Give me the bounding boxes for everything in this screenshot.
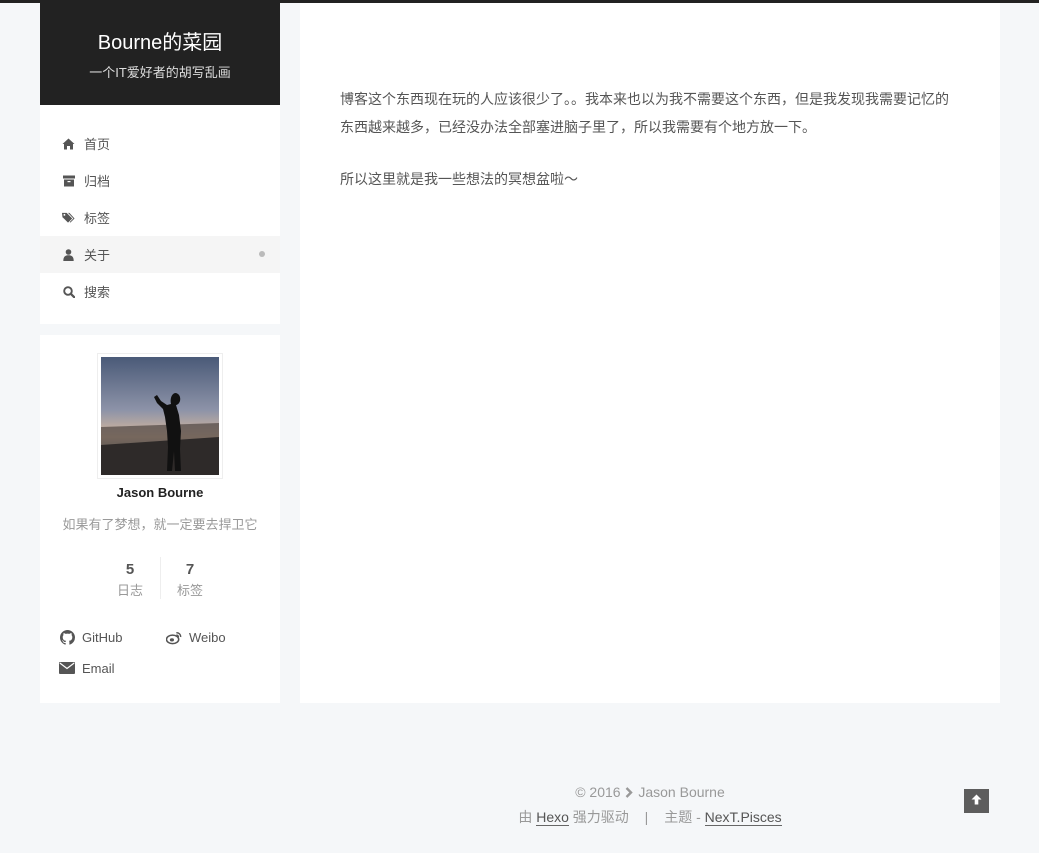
author-name: Jason Bourne: [116, 485, 204, 500]
stat-count: 5: [125, 561, 135, 578]
home-icon: [62, 137, 75, 150]
link-label: Weibo: [189, 629, 226, 645]
site-header: Bourne的菜园 一个IT爱好者的胡写乱画: [40, 3, 280, 105]
powered-prefix: 由: [518, 809, 533, 826]
menu-item-label: 标签: [84, 211, 111, 226]
author-motto: 如果有了梦想，就一定要去捍卫它: [62, 517, 258, 532]
tags-icon: [62, 211, 75, 224]
menu-item-label: 归档: [84, 174, 111, 189]
menu-item-label: 首页: [84, 137, 111, 152]
stat-count: 7: [185, 561, 195, 578]
theme-link[interactable]: NexT.Pisces: [704, 809, 782, 827]
link-label: GitHub: [82, 629, 123, 645]
footer-copyright-line: © 2016 Jason Bourne: [300, 780, 1000, 805]
envelope-icon: [59, 660, 75, 676]
user-icon: [62, 248, 75, 261]
stat-label: 日志: [116, 583, 143, 598]
arrow-up-icon: [971, 792, 982, 810]
copyright-text: © 2016: [575, 784, 621, 800]
author-profile: Jason Bourne 如果有了梦想，就一定要去捍卫它 5 日志 7 标签 G…: [40, 335, 280, 703]
github-link[interactable]: GitHub: [59, 629, 122, 645]
hexo-link[interactable]: Hexo: [536, 809, 569, 827]
theme-prefix: 主题 -: [664, 809, 701, 826]
link-label: Email: [82, 660, 115, 676]
archive-icon: [62, 174, 75, 187]
menu-item-archive[interactable]: 归档: [40, 162, 280, 199]
back-to-top-button[interactable]: [964, 789, 989, 813]
site-subtitle: 一个IT爱好者的胡写乱画: [89, 65, 231, 80]
footer-powered-line: 由 Hexo 强力驱动 | 主题 - NexT.Pisces: [300, 805, 1000, 829]
posts-count-stat[interactable]: 5 日志: [100, 561, 160, 600]
chevron-right-icon: [625, 781, 634, 805]
tags-count-stat[interactable]: 7 标签: [160, 561, 220, 600]
github-icon: [59, 629, 75, 645]
active-indicator-dot: [259, 251, 265, 257]
email-link[interactable]: Email: [59, 660, 115, 676]
post-content: 博客这个东西现在玩的人应该很少了。。我本来也以为我不需要这个东西，但是我发现我需…: [300, 3, 1000, 703]
weibo-link[interactable]: Weibo: [166, 629, 226, 645]
menu-item-label: 搜索: [84, 285, 111, 300]
weibo-icon: [166, 629, 182, 645]
stat-label: 标签: [176, 583, 203, 598]
search-icon: [62, 285, 75, 298]
site-title[interactable]: Bourne的菜园: [40, 30, 280, 56]
powered-suffix: 强力驱动: [572, 809, 629, 826]
content-paragraph: 所以这里就是我一些想法的冥想盆啦～: [340, 171, 578, 187]
copyright-author: Jason Bourne: [638, 784, 725, 800]
menu-item-tags[interactable]: 标签: [40, 199, 280, 236]
content-paragraph: 博客这个东西现在玩的人应该很少了。。我本来也以为我不需要这个东西，但是我发现我需…: [340, 91, 949, 135]
avatar: [97, 353, 223, 479]
menu-item-home[interactable]: 首页: [40, 125, 280, 162]
menu-item-about[interactable]: 关于: [40, 236, 280, 273]
footer: © 2016 Jason Bourne 由 Hexo 强力驱动 | 主题 - N…: [300, 780, 1000, 829]
menu-item-label: 关于: [84, 248, 111, 263]
footer-separator: |: [644, 809, 649, 826]
menu-item-search[interactable]: 搜索: [40, 273, 280, 310]
site-nav: 首页 归档 标签 关于 搜索: [40, 105, 280, 324]
